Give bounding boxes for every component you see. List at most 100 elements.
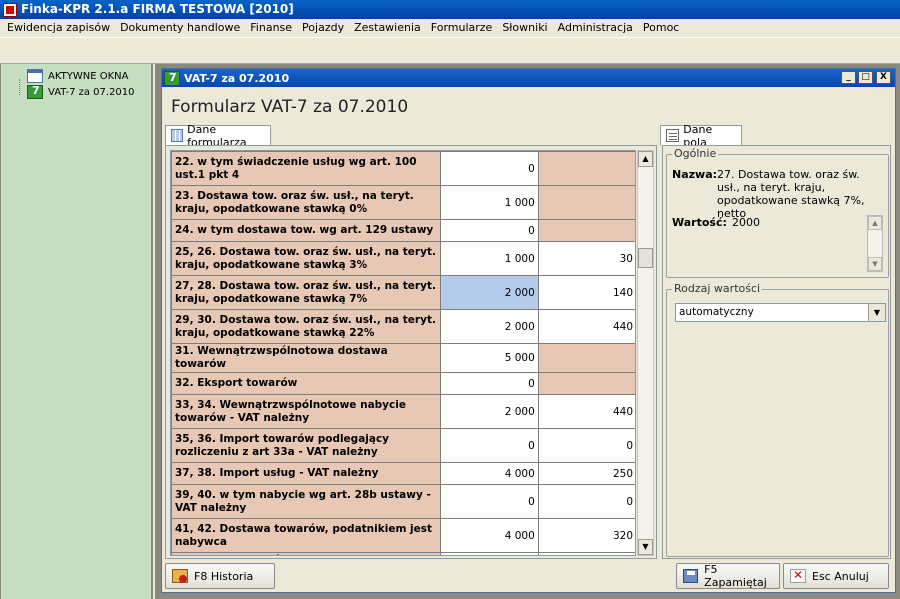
table-icon [171, 129, 184, 142]
tax-value-cell [537, 372, 635, 395]
sidebar-item-active-windows[interactable]: AKTYWNE OKNA [27, 69, 128, 83]
menu-administracja[interactable]: Administracja [553, 19, 638, 37]
form-title: Formularz VAT-7 za 07.2010 [171, 97, 409, 117]
cancel-button-label: Esc Anuluj [812, 569, 869, 583]
tab-form-data[interactable]: Dane formularza [165, 123, 271, 149]
scroll-thumb[interactable] [638, 248, 653, 268]
net-value-cell[interactable]: 4 000 [439, 518, 539, 553]
net-value-cell[interactable]: 0 [439, 151, 539, 186]
window-titlebar[interactable]: VAT-7 za 07.2010 _ □ X [162, 69, 895, 87]
menu-finanse[interactable]: Finanse [245, 19, 297, 37]
minimize-button[interactable]: _ [841, 71, 856, 84]
vat-grid: 22. w tym świadczenie usług wg art. 100 … [170, 150, 636, 556]
net-value-cell[interactable]: 2 000 [439, 394, 539, 429]
toolbar [0, 37, 900, 64]
net-value-cell[interactable]: 1 000 [439, 185, 539, 220]
tax-value-cell[interactable]: 0 [537, 484, 635, 519]
tax-value-cell[interactable]: 440 [537, 309, 635, 344]
net-value-cell[interactable]: 0 [439, 484, 539, 519]
table-row: 35, 36. Import towarów podlegający rozli… [171, 428, 635, 463]
table-row: 27, 28. Dostawa tow. oraz św. usł., na t… [171, 275, 635, 310]
sidebar-item-label: VAT-7 za 07.2010 [48, 86, 135, 98]
value-value: 2000 [732, 216, 760, 229]
value-label: Wartość: [672, 216, 727, 229]
table-row: 23. Dostawa tow. oraz św. usł., na teryt… [171, 185, 635, 220]
menu-pojazdy[interactable]: Pojazdy [297, 19, 349, 37]
table-row: 37, 38. Import usług - VAT należny 4 000 2… [171, 462, 635, 485]
history-button[interactable]: F8 Historia [165, 563, 275, 589]
table-row: 32. Eksport towarów 0 [171, 372, 635, 395]
row-label: 25, 26. Dostawa tow. oraz św. usł., na t… [171, 241, 441, 276]
grid-scrollbar[interactable]: ▲ ▼ [637, 150, 654, 556]
tax-value-cell[interactable]: 320 [537, 518, 635, 553]
value-kind-group-title: Rodzaj wartości [672, 282, 763, 295]
app-logo-icon [3, 2, 17, 17]
net-value-cell[interactable]: 1 000 [439, 241, 539, 276]
row-label: 29, 30. Dostawa tow. oraz św. usł., na t… [171, 309, 441, 344]
table-row: 25, 26. Dostawa tow. oraz św. usł., na t… [171, 241, 635, 276]
name-value: 27. Dostawa tow. oraz św. usł., na teryt… [717, 168, 865, 220]
net-value-cell[interactable] [439, 552, 539, 555]
scroll-up-button[interactable]: ▲ [638, 151, 653, 167]
table-row: 43. Vat od towarów i usług objętych spis… [171, 552, 635, 555]
menu-ewidencja[interactable]: Ewidencja zapisów [2, 19, 115, 37]
net-value-cell[interactable]: 2 000 [439, 309, 539, 344]
net-value-cell[interactable]: 0 [439, 428, 539, 463]
cancel-button[interactable]: Esc Anuluj [783, 563, 889, 589]
net-value-cell[interactable]: 4 000 [439, 462, 539, 485]
table-row: 41, 42. Dostawa towarów, podatnikiem jes… [171, 518, 635, 553]
scroll-down-button[interactable]: ▼ [868, 257, 882, 271]
vat-table: 22. w tym świadczenie usług wg art. 100 … [171, 151, 635, 555]
tax-value-cell[interactable]: 440 [537, 394, 635, 429]
net-value-cell[interactable]: 2 000 [439, 275, 539, 310]
row-label: 32. Eksport towarów [171, 372, 441, 395]
menu-formularze[interactable]: Formularze [426, 19, 498, 37]
tax-value-cell[interactable]: 0 [537, 428, 635, 463]
field-data-panel: Ogólnie Nazwa: 27. Dostawa tow. oraz św.… [662, 145, 891, 559]
tax-value-cell[interactable]: 140 [537, 275, 635, 310]
menu-bar: Ewidencja zapisów Dokumenty handlowe Fin… [0, 19, 900, 37]
table-row: 22. w tym świadczenie usług wg art. 100 … [171, 151, 635, 186]
tab-field-data[interactable]: Dane pola [660, 123, 742, 149]
app-title: Finka-KPR 2.1.a FIRMA TESTOWA [2010] [21, 2, 294, 16]
general-group: Ogólnie Nazwa: 27. Dostawa tow. oraz św.… [666, 147, 889, 278]
window-title: VAT-7 za 07.2010 [184, 71, 290, 85]
table-row: 31. Wewnątrzwspólnotowa dostawa towarów 5… [171, 343, 635, 373]
tax-value-cell[interactable]: 30 [537, 241, 635, 276]
row-label: 23. Dostawa tow. oraz św. usł., na teryt… [171, 185, 441, 220]
row-label: 43. Vat od towarów i usług objętych spis… [171, 552, 441, 555]
net-value-cell[interactable]: 0 [439, 219, 539, 242]
row-label: 41, 42. Dostawa towarów, podatnikiem jes… [171, 518, 441, 553]
form-vat-icon [164, 70, 180, 86]
menu-dokumenty[interactable]: Dokumenty handlowe [115, 19, 245, 37]
sidebar-item-vat7[interactable]: VAT-7 za 07.2010 [27, 84, 135, 99]
tree-line [19, 79, 20, 95]
value-kind-select[interactable]: automatyczny ▼ [675, 303, 886, 322]
app-titlebar: Finka-KPR 2.1.a FIRMA TESTOWA [2010] [0, 0, 900, 19]
menu-zestawienia[interactable]: Zestawienia [349, 19, 426, 37]
bottom-button-bar: F8 Historia F5 Zapamiętaj Esc Anuluj [162, 561, 897, 594]
tax-value-cell [537, 343, 635, 373]
menu-slowniki[interactable]: Słowniki [497, 19, 552, 37]
chevron-down-icon[interactable]: ▼ [868, 304, 885, 321]
menu-pomoc[interactable]: Pomoc [638, 19, 684, 37]
net-value-cell[interactable]: 0 [439, 372, 539, 395]
scroll-down-button[interactable]: ▼ [638, 539, 653, 555]
name-label: Nazwa: [672, 168, 718, 181]
tax-value-cell[interactable]: 250 [537, 462, 635, 485]
net-value-cell[interactable]: 5 000 [439, 343, 539, 373]
row-label: 39, 40. w tym nabycie wg art. 28b ustawy… [171, 484, 441, 519]
scroll-up-button[interactable]: ▲ [868, 216, 882, 230]
sidebar-item-label: AKTYWNE OKNA [48, 70, 129, 82]
close-button[interactable]: X [876, 71, 891, 84]
maximize-button[interactable]: □ [858, 71, 873, 84]
tax-value-cell[interactable]: 0 [537, 552, 635, 555]
document-icon [666, 129, 680, 142]
table-row: 39, 40. w tym nabycie wg art. 28b ustawy… [171, 484, 635, 519]
save-button[interactable]: F5 Zapamiętaj [676, 563, 780, 589]
history-icon [172, 569, 188, 583]
history-button-label: F8 Historia [194, 569, 254, 583]
row-label: 35, 36. Import towarów podlegający rozli… [171, 428, 441, 463]
value-scrollbar[interactable]: ▲ ▼ [867, 215, 883, 272]
form-vat-icon [27, 84, 43, 99]
